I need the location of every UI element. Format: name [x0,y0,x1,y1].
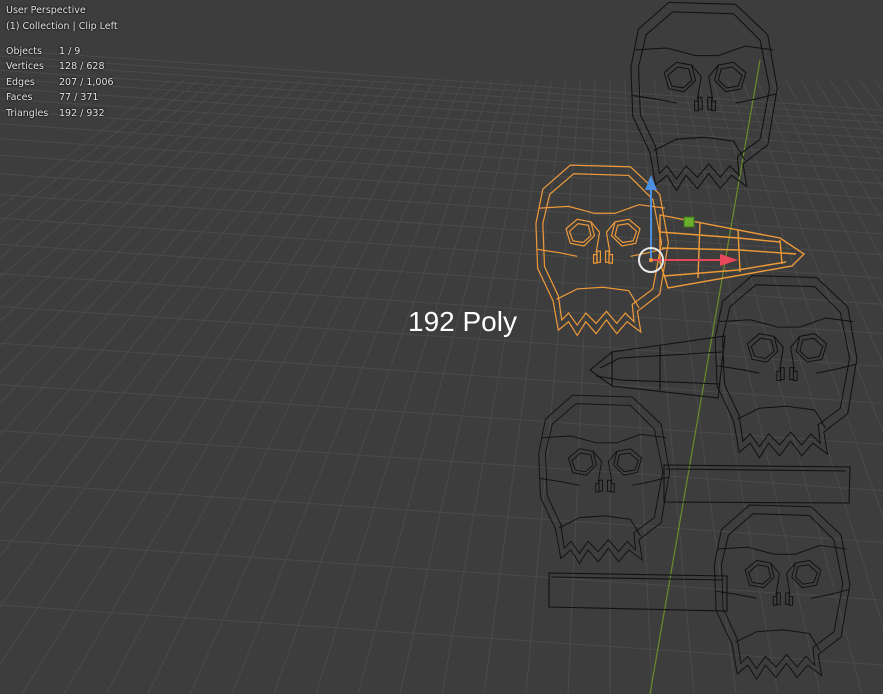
stat-label-objects: Objects [6,46,42,57]
stat-value-faces: 77 / 371 [59,92,99,104]
stat-label-edges: Edges [6,76,35,88]
grid-line [399,80,537,694]
grid-line [189,80,464,694]
grid-line [21,80,405,694]
grid-line [0,243,883,305]
grid-line [0,87,883,149]
grid-line [147,80,449,694]
scene-canvas[interactable] [0,0,883,694]
arrow-right-icon[interactable] [720,254,738,266]
grid-line [815,80,883,190]
wire-skull-lower-left[interactable] [538,394,671,564]
grid-line [105,80,435,694]
grid-line [0,80,332,473]
grid-line [0,539,883,601]
grid-line [785,80,883,263]
grid-line [0,80,390,665]
grid-line [0,49,883,111]
grid-line [683,80,821,694]
view-name: User Perspective [6,5,86,16]
poly-count-annotation: 192 Poly [408,306,517,337]
grid-line [800,80,883,223]
stat-value-edges: 207 / 1,006 [59,76,114,88]
grid-line [0,123,883,185]
stat-label-faces: Faces [6,92,33,104]
grid-line [0,430,883,492]
stat-value-triangles: 192 / 932 [59,107,105,119]
grid-line [63,80,420,694]
grid-line [0,110,883,172]
grid-line [0,98,883,160]
grid-line [0,342,883,404]
grid-line [0,80,214,259]
grid-line [727,80,883,519]
stat-value-vertices: 128 / 628 [59,61,105,73]
grid-line [0,383,883,445]
3d-viewport[interactable]: User Perspective (1) Collection | Clip L… [0,0,883,694]
wire-skull-middle[interactable] [714,275,858,459]
square-handle-icon[interactable] [683,216,695,228]
stats-panel: Objects 1 / 9 Vertices 128 / 628 Edges 2… [6,44,118,121]
grid-line [844,80,883,135]
grid-line [273,80,493,694]
grid-line [874,80,883,92]
grid-line [0,481,883,543]
stat-value-objects: 1 / 9 [59,46,81,57]
grid-line [0,80,376,608]
wire-bar-right[interactable] [663,464,851,504]
grid-line [0,154,883,216]
grid-line [0,217,883,279]
grid-line [231,80,479,694]
wire-bar-left[interactable] [548,572,728,612]
y-axis-line [649,59,761,694]
grid-line [756,80,883,365]
grid-line [771,80,883,309]
grid-line [0,138,883,200]
collection-info: (1) Collection | Clip Left [6,21,118,32]
grid-line [859,80,883,112]
viewport-text-overlay: User Perspective (1) Collection | Clip L… [6,3,118,121]
grid-line [0,80,361,558]
stat-label-vertices: Vertices [6,61,44,73]
grid-line [0,55,883,117]
wire-skull-bottom[interactable] [713,504,851,680]
grid-line [741,80,883,434]
pivot-dot-icon [649,258,653,262]
stat-label-triangles: Triangles [6,107,49,119]
grid-line [315,80,508,694]
grid-line [0,80,346,513]
